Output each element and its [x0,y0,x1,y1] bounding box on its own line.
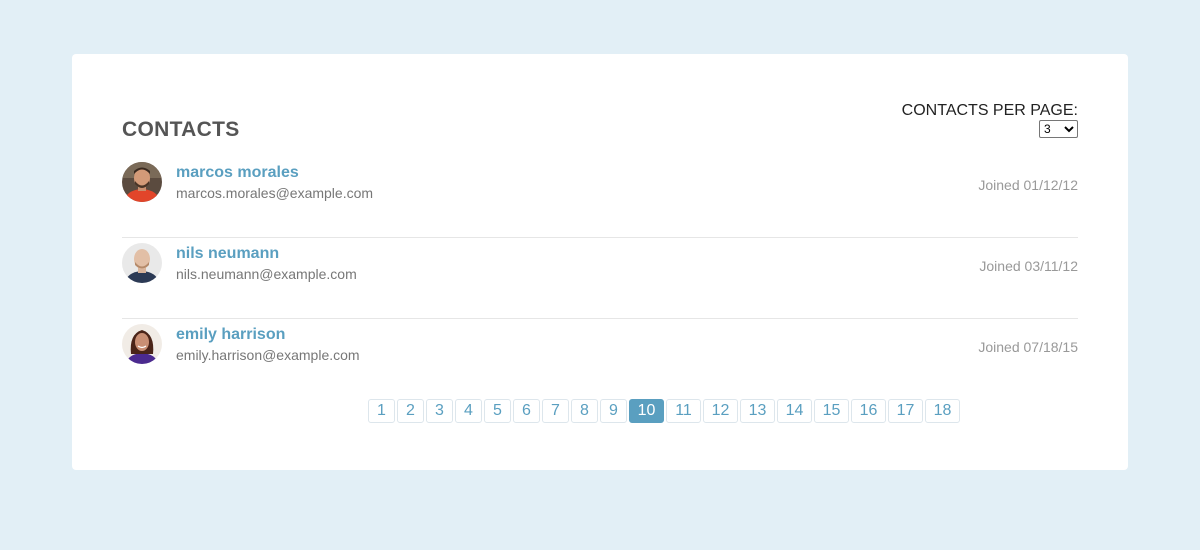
per-page-label: CONTACTS PER PAGE: [901,102,1078,119]
page-button-7[interactable]: 7 [542,399,569,423]
contact-row[interactable]: marcos morales marcos.morales@example.co… [122,157,1078,238]
contact-name[interactable]: emily harrison [176,326,285,344]
avatar [122,243,162,283]
contact-email: marcos.morales@example.com [176,185,374,201]
page-button-17[interactable]: 17 [888,399,923,423]
page-title: CONTACTS [122,118,240,141]
page-button-16[interactable]: 16 [851,399,886,423]
page-button-18[interactable]: 18 [925,399,960,423]
avatar [122,162,162,202]
per-page-control: CONTACTS PER PAGE: 3 [902,102,1078,138]
page-button-15[interactable]: 15 [814,399,849,423]
contact-row[interactable]: emily harrison emily.harrison@example.co… [122,319,1078,399]
pagination: 1 2 3 4 5 6 7 8 9 10 11 12 13 14 15 16 1… [368,399,960,423]
contact-row[interactable]: nils neumann nils.neumann@example.com Jo… [122,238,1078,319]
contact-joined-date: Joined 07/18/15 [978,339,1078,355]
contact-joined-date: Joined 01/12/12 [978,177,1078,193]
per-page-select[interactable]: 3 [1039,120,1078,138]
page-button-2[interactable]: 2 [397,399,424,423]
contacts-card: CONTACTS CONTACTS PER PAGE: 3 marcos mor… [72,54,1128,470]
page-button-13[interactable]: 13 [740,399,775,423]
page-button-3[interactable]: 3 [426,399,453,423]
page-button-9[interactable]: 9 [600,399,627,423]
contact-name[interactable]: marcos morales [176,164,299,182]
contact-list: marcos morales marcos.morales@example.co… [122,157,1078,399]
contact-email: emily.harrison@example.com [176,347,360,363]
card-content: CONTACTS CONTACTS PER PAGE: 3 marcos mor… [122,54,1078,470]
page-button-14[interactable]: 14 [777,399,812,423]
page-button-6[interactable]: 6 [513,399,540,423]
page-button-10-current[interactable]: 10 [629,399,664,423]
avatar [122,324,162,364]
contact-name[interactable]: nils neumann [176,245,279,263]
page-button-8[interactable]: 8 [571,399,598,423]
page-button-1[interactable]: 1 [368,399,395,423]
page-button-12[interactable]: 12 [703,399,738,423]
contact-joined-date: Joined 03/11/12 [979,258,1078,274]
page-button-4[interactable]: 4 [455,399,482,423]
contact-email: nils.neumann@example.com [176,266,357,282]
page-button-5[interactable]: 5 [484,399,511,423]
page-button-11[interactable]: 11 [666,399,701,423]
